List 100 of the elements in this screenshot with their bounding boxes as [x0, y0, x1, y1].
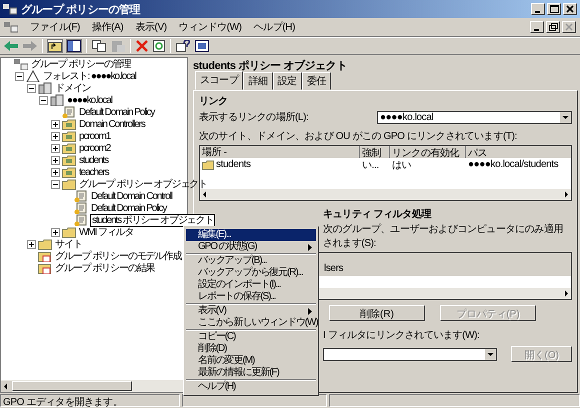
action-button[interactable]: 削除(R) [329, 305, 425, 321]
folder-icon [62, 142, 76, 154]
tree-item[interactable]: students [78, 154, 110, 166]
tree-item[interactable]: グループ ポリシーの結果 [54, 262, 156, 274]
expander-icon[interactable] [39, 96, 48, 108]
expander-icon[interactable] [51, 228, 60, 240]
menu-item[interactable]: 編集(E)... [186, 229, 316, 241]
table-cell: students [200, 159, 360, 170]
column-header[interactable]: 場所 - [200, 146, 360, 158]
close-icon [565, 23, 573, 31]
menu-item[interactable]: 表示(V) [135, 20, 167, 34]
panel-icon[interactable] [195, 40, 209, 52]
caption-text: 次のサイト、ドメイン、および OU がこの GPO にリンクされています(T): [199, 130, 518, 143]
folder-icon [62, 118, 76, 130]
tab[interactable]: 詳細 [243, 72, 273, 90]
delete-icon[interactable] [136, 40, 148, 52]
tree-item[interactable]: Default Domain Policy [78, 106, 156, 118]
expander-icon[interactable] [15, 72, 24, 84]
tree-item[interactable]: ●●●●ko.local [66, 94, 113, 106]
tree-item[interactable]: ドメイン [54, 82, 92, 94]
tree-item[interactable]: グループ ポリシー オブジェクト [78, 178, 208, 190]
scroll-icon [74, 214, 88, 226]
expander-icon[interactable] [27, 84, 36, 96]
location-dropdown[interactable]: ●●●●ko.local [377, 110, 572, 124]
horizontal-scrollbar[interactable] [200, 189, 571, 200]
wmi-dropdown[interactable] [323, 348, 498, 360]
close-button[interactable] [563, 3, 577, 15]
tree-item[interactable]: pcroom1 [78, 130, 112, 142]
refresh-icon[interactable] [153, 40, 165, 52]
menu-item[interactable]: GPO の状態(G) [186, 241, 316, 253]
folder-icon [62, 166, 76, 178]
column-header[interactable]: 強制 [360, 146, 390, 158]
status-text: GPO エディタを開きます。 [0, 394, 180, 407]
folder-icon [38, 238, 52, 250]
tree-item[interactable]: サイト [54, 238, 83, 250]
folder-icon [62, 226, 76, 238]
expander-icon[interactable] [51, 180, 60, 192]
tab[interactable]: スコープ [195, 71, 244, 90]
caption-text: 次のグループ、ユーザーおよびコンピュータにのみ適用されます(S): [323, 222, 564, 250]
minimize-button[interactable] [530, 21, 544, 33]
tree-item[interactable]: グループ ポリシーの管理 [30, 58, 132, 70]
menu-item[interactable]: ここから新しいウィンドウ(W) [186, 317, 316, 329]
table-cell-text: はい [391, 158, 412, 172]
tree-item[interactable]: students ポリシー オブジェクト [90, 214, 216, 226]
tree-item[interactable]: Default Domain Policy [90, 202, 168, 214]
scroll-left-icon[interactable] [1, 380, 12, 392]
tree-item[interactable]: pcroom2 [78, 142, 112, 154]
scroll-icon [74, 190, 88, 202]
folder-icon [62, 154, 76, 166]
console-tree-icon[interactable] [67, 40, 81, 52]
menu-item[interactable]: 表示(V) [186, 305, 316, 317]
expander-icon[interactable] [51, 144, 60, 156]
help-icon[interactable] [176, 40, 190, 52]
menu-item[interactable]: ヘルプ(H) [186, 381, 316, 393]
menu-item[interactable]: 操作(A) [92, 20, 124, 34]
expander-icon[interactable] [51, 120, 60, 132]
expander-icon[interactable] [51, 168, 60, 180]
triangle-icon [26, 70, 40, 82]
scroll-thumb[interactable] [12, 381, 132, 391]
expander-icon[interactable] [27, 240, 36, 252]
menu-item[interactable]: 名前の変更(M) [186, 355, 316, 367]
section-heading: リンク [199, 95, 229, 108]
menu-item[interactable]: 最新の情報に更新(F) [186, 367, 316, 379]
tree-item[interactable]: WMI フィルタ [78, 226, 135, 238]
close-icon [566, 5, 574, 13]
console-icon[interactable] [4, 21, 18, 33]
tab[interactable]: 委任 [302, 72, 332, 90]
menu-item[interactable]: 設定のインポート(I)... [186, 279, 316, 291]
close-button[interactable] [562, 21, 576, 33]
copy-icon[interactable] [92, 40, 106, 52]
scroll-icon [74, 202, 88, 214]
menu-item[interactable]: レポートの保存(S)... [186, 291, 316, 303]
maximize-button[interactable] [547, 3, 561, 15]
menu-item[interactable]: ファイル(F) [30, 20, 80, 34]
expander-icon[interactable] [51, 132, 60, 144]
folder-up-icon[interactable] [48, 40, 62, 52]
column-header[interactable]: リンクの有効化 [390, 146, 466, 158]
tree-item[interactable]: Default Domain Controll [90, 190, 173, 202]
tree-item[interactable]: Domain Controllers [78, 118, 146, 130]
menu-item[interactable]: ヘルプ(H) [254, 20, 296, 34]
menu-item[interactable]: 削除(D) [186, 343, 316, 355]
tree-item[interactable]: グループ ポリシーのモデル作成 [54, 250, 182, 262]
restore-button[interactable] [546, 21, 560, 33]
maximize-icon [550, 5, 558, 13]
scroll-icon [62, 106, 76, 118]
tab[interactable]: 設定 [272, 72, 302, 90]
report-icon [38, 262, 52, 274]
tree-item[interactable]: teachers [78, 166, 110, 178]
submenu-arrow-icon [308, 308, 312, 314]
table-cell-text: い... [361, 158, 380, 172]
tree-item[interactable]: フォレスト: ●●●●ko.local [42, 70, 137, 82]
minimize-button[interactable] [531, 3, 545, 15]
column-header[interactable]: パス [466, 146, 571, 158]
expander-icon[interactable] [51, 156, 60, 168]
caption-text: I フィルタにリンクされています(W): [323, 329, 480, 342]
menu-item[interactable]: コピー(C) [186, 331, 316, 343]
folder-icon [62, 130, 76, 142]
console-icon [3, 3, 17, 15]
server-icon [38, 82, 52, 94]
menu-item[interactable]: ウィンドウ(W) [178, 20, 242, 34]
